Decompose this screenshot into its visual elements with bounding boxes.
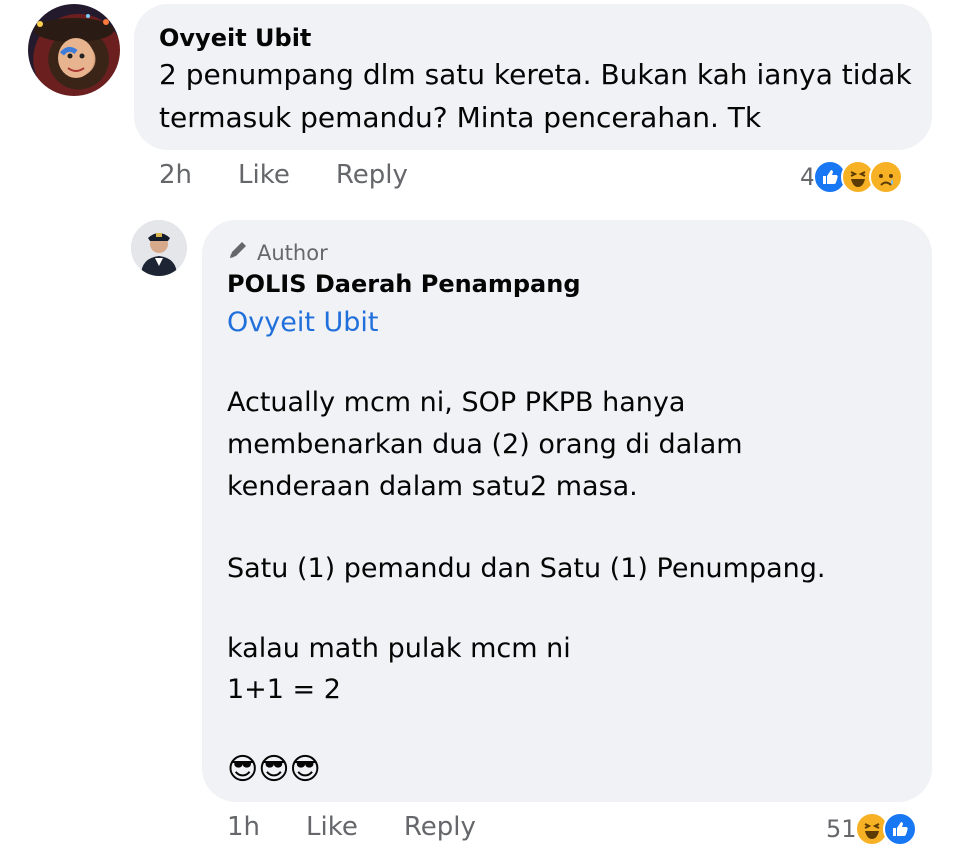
reaction-count: 51 bbox=[826, 815, 857, 843]
sunglasses-emojis: 😎😎😎 bbox=[227, 752, 321, 787]
reply-text-line-3: kenderaan dalam satu2 masa. bbox=[227, 471, 638, 502]
reply-text-line-1: Actually mcm ni, SOP PKPB hanya bbox=[227, 387, 686, 418]
like-button[interactable]: Like bbox=[306, 812, 358, 842]
comment-actions: 2h Like Reply bbox=[159, 160, 408, 190]
reply-timestamp[interactable]: 1h bbox=[227, 812, 260, 842]
sad-icon bbox=[869, 160, 904, 194]
reply-author[interactable]: POLIS Daerah Penampang bbox=[227, 266, 581, 302]
reply-button[interactable]: Reply bbox=[336, 160, 408, 190]
comment-text-line-2: termasuk pemandu? Minta pencerahan. Tk bbox=[159, 101, 762, 134]
reply-text-line-4: Satu (1) pemandu dan Satu (1) Penumpang. bbox=[227, 553, 826, 584]
like-icon bbox=[882, 812, 917, 846]
comment-timestamp[interactable]: 2h bbox=[159, 160, 192, 190]
reply-actions: 1h Like Reply bbox=[227, 812, 476, 842]
author-badge-label: Author bbox=[257, 241, 328, 265]
reaction-summary[interactable]: 51 bbox=[826, 812, 917, 846]
reply-button[interactable]: Reply bbox=[404, 812, 476, 842]
reaction-summary[interactable]: 4 bbox=[800, 160, 904, 194]
reply-text-line-2: membenarkan dua (2) orang di dalam bbox=[227, 429, 743, 460]
reply-text-line-6: 1+1 = 2 bbox=[227, 674, 341, 705]
reply-text-line-5: kalau math pulak mcm ni bbox=[227, 633, 571, 664]
comment-text-line-1: 2 penumpang dlm satu kereta. Bukan kah i… bbox=[159, 58, 912, 91]
page-avatar[interactable] bbox=[131, 220, 187, 276]
like-button[interactable]: Like bbox=[238, 160, 290, 190]
comment-author[interactable]: Ovyeit Ubit bbox=[159, 20, 311, 56]
child-photo bbox=[34, 14, 114, 78]
commenter-avatar[interactable] bbox=[28, 4, 120, 96]
officer-photo bbox=[131, 220, 187, 276]
mention-link[interactable]: Ovyeit Ubit bbox=[227, 305, 378, 341]
